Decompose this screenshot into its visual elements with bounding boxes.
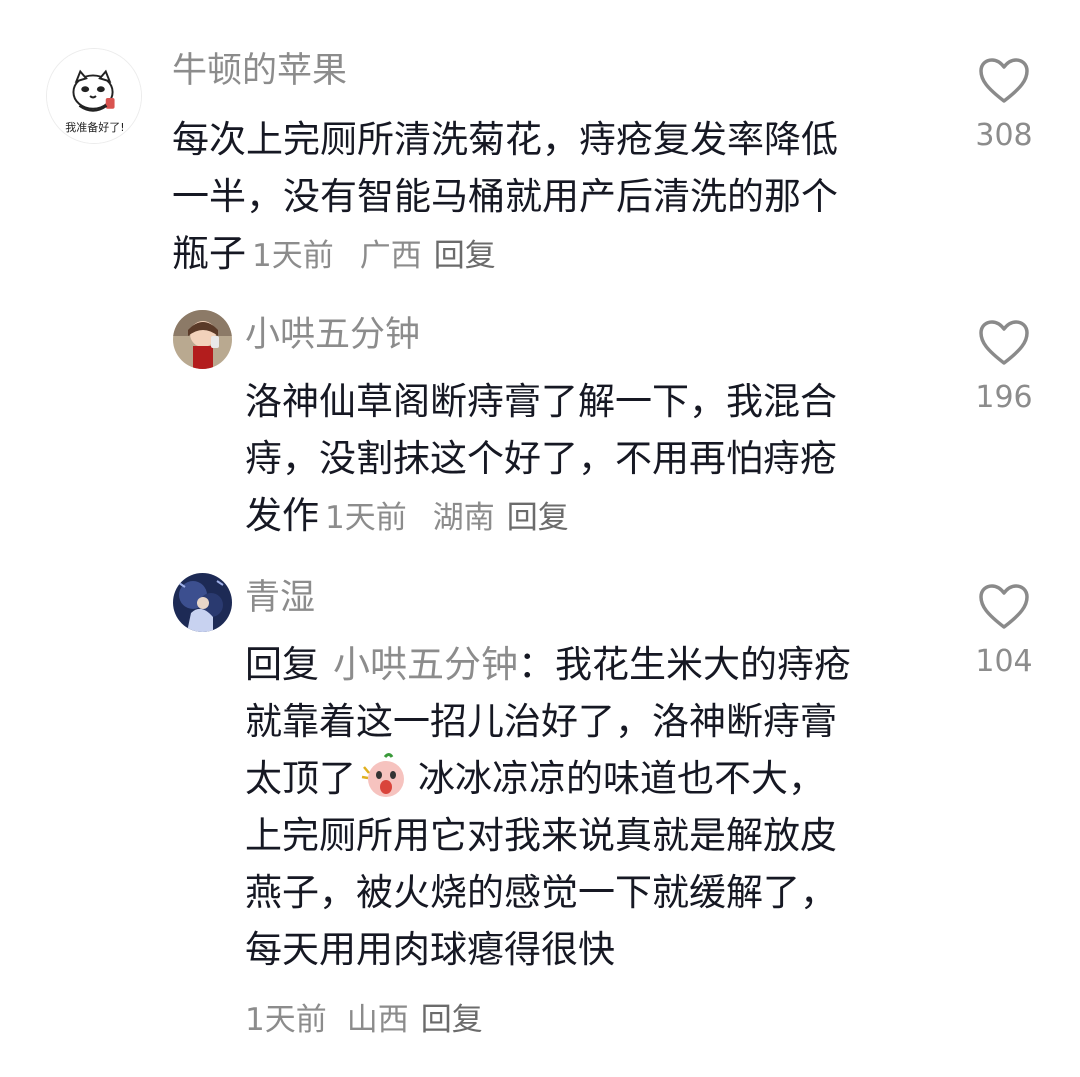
reply-target-username[interactable]: 小哄五分钟 bbox=[333, 643, 518, 686]
comment-line-with-emoji: 太顶了 冰冰凉凉的味道也不大， bbox=[245, 750, 851, 807]
comment-line-text: 冰冰凉凉的味道也不大， bbox=[418, 757, 825, 800]
comment-line-text: 我花生米大的痔疮 bbox=[555, 643, 851, 686]
like-count: 104 bbox=[975, 644, 1033, 679]
reply-button[interactable]: 回复 bbox=[421, 1002, 483, 1038]
like-button[interactable]: 104 bbox=[968, 582, 1040, 680]
comment-location: 山西 bbox=[346, 1002, 409, 1038]
comment-line: 就靠着这一招儿治好了，洛神断痔膏 bbox=[245, 700, 837, 743]
comment-thread: 我准备好了! 牛顿的苹果 每次上完厕所清洗菊花，痔疮复发率降低 一半，没有智能马… bbox=[0, 0, 1080, 1077]
comment-line-text: 太顶了 bbox=[245, 757, 356, 800]
anime-character-avatar-icon bbox=[173, 573, 232, 632]
reply-prefix: 回复 bbox=[245, 643, 319, 686]
avatar[interactable] bbox=[173, 573, 232, 632]
comment-line: 燕子，被火烧的感觉一下就缓解了， bbox=[245, 871, 837, 914]
comment-meta: 1天前 山西 回复 bbox=[245, 992, 851, 1049]
username[interactable]: 青湿 bbox=[245, 576, 315, 620]
comment-text: 回复 小哄五分钟：我花生米大的痔疮 就靠着这一招儿治好了，洛神断痔膏 太顶了 冰冰… bbox=[245, 636, 851, 1049]
comment-time: 1天前 bbox=[245, 1002, 327, 1038]
reply-colon: ： bbox=[518, 643, 555, 686]
shocked-face-emoji-icon bbox=[361, 753, 404, 797]
reply-header-line: 回复 小哄五分钟：我花生米大的痔疮 bbox=[245, 636, 851, 693]
comment-line: 每天用用肉球瘪得很快 bbox=[245, 928, 615, 971]
comment-line: 上完厕所用它对我来说真就是解放皮 bbox=[245, 814, 837, 857]
reply-item: 青湿 回复 小哄五分钟：我花生米大的痔疮 就靠着这一招儿治好了，洛神断痔膏 太顶了… bbox=[0, 0, 1080, 1077]
heart-outline-icon bbox=[979, 584, 1029, 629]
